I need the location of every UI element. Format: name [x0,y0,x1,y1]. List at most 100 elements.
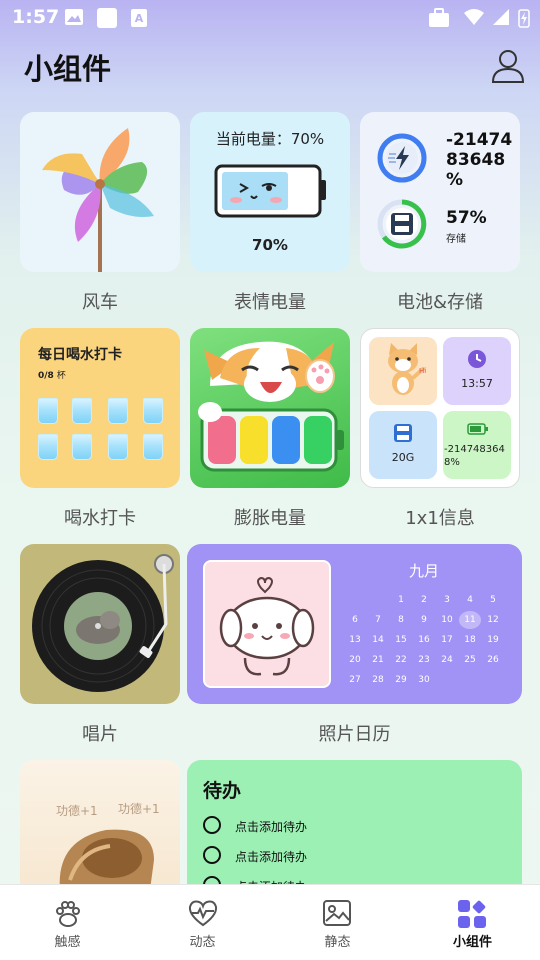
calendar-day[interactable]: 21 [367,653,389,667]
calendar-day[interactable]: 15 [390,633,412,647]
cup-icon[interactable] [38,398,58,424]
battery-title: 当前电量：70% [215,130,325,148]
bottom-tab-bar: 触感 动态 静态 小组件 [0,884,540,960]
cat-battery-icon [198,341,344,472]
calendar-day[interactable]: 23 [413,653,435,667]
signal-icon [493,9,509,25]
calendar-day[interactable]: 27 [344,673,366,687]
calendar-day[interactable]: 8 [390,613,412,627]
water-progress: 0/8 杯 [38,368,66,381]
inflate-battery-label: 膨胀电量 [234,508,306,529]
storage-caption: 存储 [446,234,466,245]
calendar-day[interactable]: 6 [344,613,366,627]
cup-icon[interactable] [72,434,92,460]
font-a-icon: A [131,9,147,27]
calendar-day[interactable]: 24 [436,653,458,667]
paw-icon [56,901,80,927]
cup-icon[interactable] [143,434,163,460]
widgets-icon [458,900,486,928]
calendar-day[interactable]: 7 [367,613,389,627]
storage-value: 57% [446,208,487,228]
calendar-day[interactable]: 9 [413,613,435,627]
tab-dynamic[interactable]: 动态 [135,885,270,960]
cup-icon[interactable] [38,434,58,460]
battery-percent: 70% [252,236,288,254]
calendar-day[interactable]: 30 [413,673,435,687]
calendar-day[interactable]: 19 [482,633,504,647]
status-time: 1:57 [12,6,60,28]
calendar-day[interactable]: 5 [482,593,504,607]
water-widget[interactable]: 每日喝水打卡 0/8 杯 [20,328,180,488]
calendar-day[interactable]: 26 [482,653,504,667]
calendar-day[interactable]: 29 [390,673,412,687]
merit-tag: 功德+1 [118,802,160,816]
calendar-day-today[interactable]: 11 [459,611,481,629]
cup-icon[interactable] [143,398,163,424]
battery-storage-widget[interactable]: -2147483648 % 57% 存储 [360,112,520,272]
tab-label: 触感 [54,935,81,950]
wooden-fish-icon [59,829,154,890]
calendar-day[interactable]: 4 [459,593,481,607]
calendar-day[interactable]: 12 [482,613,504,627]
svg-text:A: A [135,12,144,25]
tab-widgets[interactable]: 小组件 [405,885,540,960]
battery-reading: -2147483648% [444,444,505,468]
calendar-day[interactable]: 2 [413,593,435,607]
calendar-day[interactable]: 10 [436,613,458,627]
tab-static[interactable]: 静态 [270,885,405,960]
calendar-day[interactable]: 13 [344,633,366,647]
cup-icon[interactable] [72,398,92,424]
checkbox-icon[interactable] [203,846,221,864]
merit-widget[interactable]: 功德+1 功德+1 [20,760,180,900]
calendar-day[interactable]: 16 [413,633,435,647]
dog-tile: Hi [369,337,437,405]
vinyl-record-icon [32,554,174,692]
pinwheel-label: 风车 [82,292,118,313]
pinwheel-widget[interactable] [20,112,180,272]
battery-icon [467,423,488,435]
water-count: 0/8 [38,371,54,381]
cup-icon[interactable] [108,434,128,460]
info-1x1-widget[interactable]: Hi 13:57 20G -2147483648% [360,328,520,488]
storage-tile: 20G [369,411,437,479]
calendar-day[interactable]: 3 [436,593,458,607]
dog-sticker-icon [388,343,425,395]
clock-icon [468,350,486,368]
clock-time: 13:57 [461,377,493,390]
battery-ring-icon [377,133,427,183]
todo-title: 待办 [203,780,242,802]
calendar-day[interactable]: 18 [459,633,481,647]
inflate-battery-widget[interactable] [190,328,350,488]
emoji-battery-widget[interactable]: 当前电量：70% 70% [190,112,350,272]
calendar-day[interactable]: 20 [344,653,366,667]
checkbox-icon[interactable] [203,816,221,834]
page-title: 小组件 [24,52,112,86]
calendar-day[interactable]: 1 [390,593,412,607]
tab-label: 小组件 [452,935,492,950]
calendar-day[interactable]: 14 [367,633,389,647]
cup-icon[interactable] [108,398,128,424]
battery-tile: -2147483648% [443,411,511,479]
storage-ring-icon [377,199,427,249]
calendar-month: 九月 [408,562,439,580]
water-label: 喝水打卡 [64,508,136,529]
battery-storage-label: 电池&存储 [396,292,484,313]
tab-label: 静态 [324,935,351,950]
calendar-day[interactable]: 17 [436,633,458,647]
heart-pulse-icon [188,900,218,927]
todo-widget[interactable]: 待办 点击添加待办 点击添加待办 点击添加待办 [187,760,522,900]
calendar-day[interactable]: 28 [367,673,389,687]
emoji-battery-icon [214,164,326,218]
dog-hi-text: Hi [419,367,427,375]
gallery-icon [65,9,83,25]
emoji-battery-label: 表情电量 [234,292,306,313]
record-widget[interactable] [20,544,180,704]
storage-size: 20G [391,451,415,464]
tab-touch[interactable]: 触感 [0,885,135,960]
puppy-photo-icon [219,576,315,676]
todo-item-text: 点击添加待办 [235,820,308,834]
user-icon[interactable] [490,48,526,84]
battery-unit: % [446,170,464,190]
calendar-day[interactable]: 22 [390,653,412,667]
calendar-day[interactable]: 25 [459,653,481,667]
